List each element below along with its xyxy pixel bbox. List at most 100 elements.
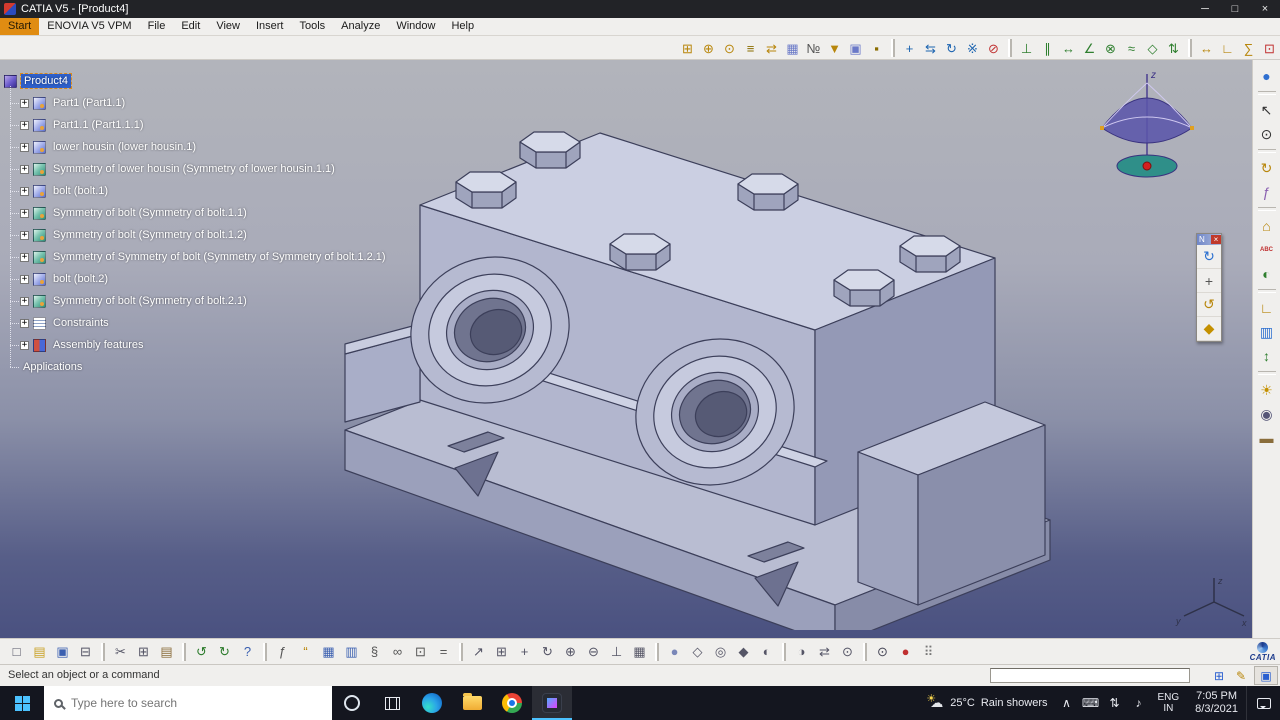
comment-icon[interactable]: “: [295, 641, 316, 662]
tree-item-label[interactable]: Applications: [20, 360, 85, 374]
link-icon[interactable]: ∞: [387, 641, 408, 662]
graph-tree-reordering-icon[interactable]: ▦: [783, 39, 802, 58]
task-view-button[interactable]: [372, 686, 412, 720]
rotate-view-icon[interactable]: ↻: [537, 641, 558, 662]
fit-all-in-icon[interactable]: ⊞: [491, 641, 512, 662]
viewport-3d[interactable]: z z y x Product4 + Part1 (Part1.1) + Part1.1…: [0, 60, 1252, 638]
tree-item-label[interactable]: Symmetry of bolt (Symmetry of bolt.1.1): [50, 206, 250, 220]
save-icon[interactable]: ▣: [52, 641, 73, 662]
look-at-icon[interactable]: ⊙: [1256, 122, 1278, 146]
tree-item-label[interactable]: Symmetry of bolt (Symmetry of bolt.2.1): [50, 294, 250, 308]
3d-model[interactable]: [330, 100, 1060, 630]
command-input[interactable]: [990, 668, 1190, 683]
perspective-icon[interactable]: ◆: [733, 641, 754, 662]
table-icon[interactable]: ▦: [318, 641, 339, 662]
fly-mode-icon[interactable]: ↗: [468, 641, 489, 662]
language-indicator[interactable]: ENG IN: [1150, 692, 1188, 714]
paste-icon[interactable]: ▤: [156, 641, 177, 662]
search-input[interactable]: [71, 696, 301, 710]
maximize-button[interactable]: □: [1220, 3, 1250, 15]
record-icon[interactable]: ●: [895, 641, 916, 662]
menu-start[interactable]: Start: [0, 18, 40, 35]
wireframe-view-icon[interactable]: ◇: [687, 641, 708, 662]
fast-multi-instantiation-icon[interactable]: ▪: [867, 39, 886, 58]
angle-constraint-icon[interactable]: ∠: [1080, 39, 1099, 58]
open-folder-icon[interactable]: ▤: [29, 641, 50, 662]
normal-view-icon[interactable]: ⊥: [606, 641, 627, 662]
notification-center-button[interactable]: [1246, 686, 1280, 720]
assembly-tree-icon[interactable]: [33, 338, 46, 352]
lock-icon[interactable]: ⊡: [410, 641, 431, 662]
clash-analysis-icon[interactable]: ⊡: [1260, 39, 1279, 58]
snap-icon[interactable]: ⇆: [921, 39, 940, 58]
part-icon[interactable]: ⊙: [720, 39, 739, 58]
close-button[interactable]: ×: [1250, 3, 1280, 15]
clash-stop-icon[interactable]: ⊘: [984, 39, 1003, 58]
floating-toolbar-close-icon[interactable]: ×: [1211, 235, 1221, 244]
change-constraint-icon[interactable]: ⇅: [1164, 39, 1183, 58]
menu-analyze[interactable]: Analyze: [333, 18, 388, 35]
knowledge-status-icon[interactable]: ⊞: [1210, 667, 1228, 684]
tree-item-label[interactable]: Constraints: [50, 316, 112, 330]
selective-load-icon[interactable]: ▼: [825, 39, 844, 58]
tree-expander[interactable]: +: [20, 186, 29, 196]
menu-edit[interactable]: Edit: [173, 18, 208, 35]
clock[interactable]: 7:05 PM 8/3/2021: [1187, 690, 1246, 716]
menu-help[interactable]: Help: [443, 18, 482, 35]
cut-icon[interactable]: ✂: [110, 641, 131, 662]
print-icon[interactable]: ⊟: [75, 641, 96, 662]
whats-this-icon[interactable]: ?: [237, 641, 258, 662]
manipulation-icon[interactable]: +: [900, 39, 919, 58]
minimize-button[interactable]: ─: [1190, 3, 1220, 15]
script-icon[interactable]: §: [364, 641, 385, 662]
tree-item-label[interactable]: lower housin (lower housin.1): [50, 140, 199, 154]
flexible-rigid-icon[interactable]: ◇: [1143, 39, 1162, 58]
constraints-tree-icon[interactable]: [33, 316, 46, 330]
apply-material-icon[interactable]: ◐: [1256, 262, 1278, 286]
menu-view[interactable]: View: [208, 18, 248, 35]
menu-insert[interactable]: Insert: [248, 18, 292, 35]
depth-effect-icon[interactable]: ◉: [1256, 402, 1278, 426]
smart-update-icon[interactable]: ↺: [1197, 293, 1221, 317]
measure-inertia-icon[interactable]: ∑: [1239, 39, 1258, 58]
magnifier-icon[interactable]: ⊙: [837, 641, 858, 662]
shaded-view-icon[interactable]: ●: [664, 641, 685, 662]
catalog-browser-icon[interactable]: ⌂: [1256, 214, 1278, 238]
tree-expander[interactable]: +: [20, 274, 29, 284]
tree-item-label[interactable]: bolt (bolt.2): [50, 272, 111, 286]
manage-representations-icon[interactable]: ▣: [846, 39, 865, 58]
multi-view-icon[interactable]: ▦: [629, 641, 650, 662]
hidden-icons-chevron[interactable]: ∧: [1056, 696, 1078, 710]
tree-item-label[interactable]: bolt (bolt.1): [50, 184, 111, 198]
network-icon[interactable]: ⇅: [1104, 696, 1126, 710]
customize-dots-icon[interactable]: ⠿: [918, 641, 939, 662]
explode-icon[interactable]: ※: [963, 39, 982, 58]
tree-item-label[interactable]: Symmetry of bolt (Symmetry of bolt.1.2): [50, 228, 250, 242]
part-tree-icon[interactable]: [33, 140, 46, 154]
product-icon[interactable]: ⊕: [699, 39, 718, 58]
abc-annotation-icon[interactable]: ABC: [1256, 238, 1278, 262]
tree-expander[interactable]: +: [20, 142, 29, 152]
new-file-icon[interactable]: □: [6, 641, 27, 662]
hidden-line-icon[interactable]: ◎: [710, 641, 731, 662]
volume-icon[interactable]: ♪: [1128, 696, 1150, 710]
symmetry-tree-icon[interactable]: [33, 162, 46, 176]
tree-item-label[interactable]: Assembly features: [50, 338, 146, 352]
formula-icon[interactable]: ƒ: [272, 641, 293, 662]
swap-visible-space-icon[interactable]: ⇄: [814, 641, 835, 662]
smart-move-icon[interactable]: ↻: [942, 39, 961, 58]
contact-constraint-icon[interactable]: ∥: [1038, 39, 1057, 58]
zoom-out-icon[interactable]: ⊖: [583, 641, 604, 662]
offset-constraint-icon[interactable]: ↔: [1059, 39, 1078, 58]
generate-numbering-icon[interactable]: №: [804, 39, 823, 58]
compass[interactable]: z: [1092, 66, 1202, 186]
touch-keyboard-icon[interactable]: ⌨: [1080, 696, 1102, 710]
weather-widget[interactable]: ☀ ☁ 25°C Rain showers: [918, 686, 1055, 720]
edge-button[interactable]: [412, 686, 452, 720]
start-button[interactable]: [0, 686, 44, 720]
measure-between-icon[interactable]: ↔: [1197, 39, 1216, 58]
symmetry-tree-icon[interactable]: [33, 250, 46, 264]
tree-item-label[interactable]: Part1.1 (Part1.1.1): [50, 118, 147, 132]
tree-item-label[interactable]: Symmetry of lower housin (Symmetry of lo…: [50, 162, 338, 176]
redo-icon[interactable]: ↻: [214, 641, 235, 662]
